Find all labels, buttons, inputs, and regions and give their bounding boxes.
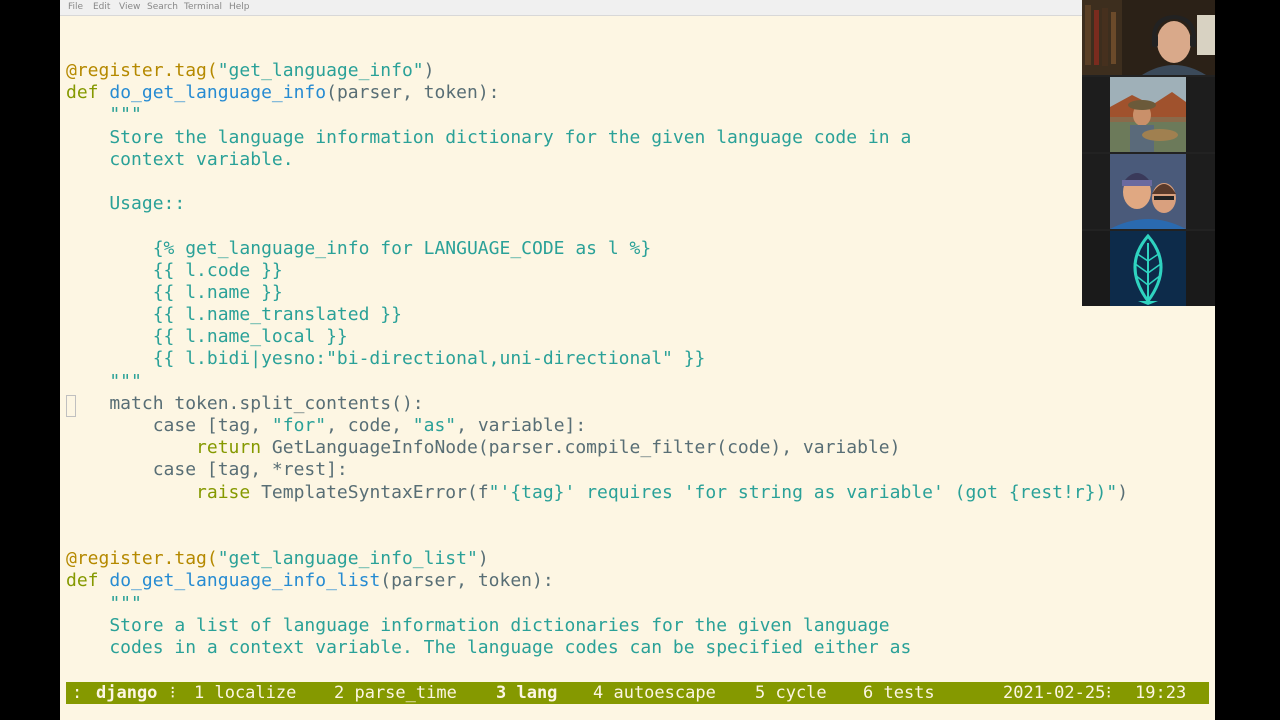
code-token: {{ l.bidi|yesno:"bi-directional,uni-dire…: [66, 348, 706, 370]
code-token: (parser, token):: [326, 82, 500, 104]
code-token: {{ l.name }}: [66, 281, 283, 303]
code-token: """: [66, 592, 142, 614]
code-token: @register.tag(: [66, 60, 218, 81]
menu-view[interactable]: View: [119, 2, 140, 12]
session-name: django: [96, 683, 158, 703]
window-tab[interactable]: 2 parse_time: [334, 682, 457, 704]
menu-search[interactable]: Search: [147, 2, 178, 12]
code-token: ): [423, 60, 435, 81]
status-date: 2021-02-25: [1003, 683, 1106, 703]
code-token: "get_language_info": [217, 60, 424, 81]
code-token: match token.split_contents():: [66, 392, 424, 414]
code-line: {{ l.name_local }}: [66, 326, 1215, 348]
code-token: @register.tag(: [66, 548, 218, 570]
code-line: """: [66, 593, 1215, 615]
code-token: "for": [271, 415, 327, 436]
menu-bar: File Edit View Search Terminal Help: [60, 0, 1215, 16]
status-time: 19:23: [1135, 683, 1187, 703]
code-token: raise: [196, 481, 251, 503]
status-separator: ⁝: [170, 683, 176, 703]
tmux-status-bar: : django ⁝ 1 localize 2 parse_time 3 lan…: [66, 682, 1209, 704]
participant-video[interactable]: [1082, 154, 1215, 229]
code-token: do_get_language_info: [109, 82, 327, 104]
code-token: (parser, token):: [380, 570, 554, 592]
code-line: {{ l.bidi|yesno:"bi-directional,uni-dire…: [66, 348, 1215, 370]
code-token: , code,: [326, 415, 413, 436]
code-token: ): [1117, 481, 1129, 503]
code-token: {{ l.name_local }}: [66, 326, 348, 348]
window-tab[interactable]: 5 cycle: [755, 682, 827, 704]
code-line: Usage::: [66, 193, 1215, 215]
code-token: ): [477, 548, 489, 570]
code-token: context variable.: [66, 148, 294, 170]
participant-video[interactable]: [1082, 0, 1215, 75]
code-line: return GetLanguageInfoNode(parser.compil…: [66, 437, 1215, 459]
menu-edit[interactable]: Edit: [93, 2, 110, 12]
code-token: """: [66, 370, 142, 392]
status-separator: ⁝: [1106, 683, 1112, 703]
code-line: {% get_language_info for LANGUAGE_CODE a…: [66, 238, 1215, 260]
code-line: """: [66, 371, 1215, 393]
code-line: {{ l.name_translated }}: [66, 304, 1215, 326]
code-token: return: [196, 437, 262, 459]
code-line: def do_get_language_info(parser, token):: [66, 82, 1215, 104]
code-token: Store the language information dictionar…: [66, 126, 912, 148]
code-token: {{ l.code }}: [66, 259, 283, 281]
code-token: , variable]:: [456, 415, 587, 436]
code-token: codes in a context variable. The languag…: [66, 636, 912, 658]
code-line: raise TemplateSyntaxError(f"'{tag}' requ…: [66, 482, 1215, 504]
code-line: context variable.: [66, 149, 1215, 171]
code-line: case [tag, *rest]:: [66, 459, 1215, 481]
menu-terminal[interactable]: Terminal: [184, 2, 222, 12]
window-tab-active[interactable]: 3 lang: [496, 682, 557, 704]
code-line: @register.tag("get_language_info"): [66, 60, 1215, 82]
code-token: "as": [412, 415, 457, 436]
terminal-window: File Edit View Search Terminal Help @reg…: [60, 0, 1215, 720]
code-line: Store a list of language information dic…: [66, 615, 1215, 637]
code-line: {{ l.code }}: [66, 260, 1215, 282]
code-token: GetLanguageInfoNode(parser.compile_filte…: [261, 437, 901, 459]
code-line: codes in a context variable. The languag…: [66, 637, 1215, 659]
window-tab[interactable]: 1 localize: [194, 682, 296, 704]
code-line: def do_get_language_info_list(parser, to…: [66, 570, 1215, 592]
participant-avatar[interactable]: [1082, 231, 1215, 306]
code-token: Store a list of language information dic…: [66, 614, 890, 636]
code-token: Usage::: [66, 193, 186, 215]
code-line: match token.split_contents():: [66, 393, 1215, 415]
code-token: "'{tag}' requires 'for string as variabl…: [488, 481, 1118, 503]
code-line: Store the language information dictionar…: [66, 127, 1215, 149]
code-token: {% get_language_info for LANGUAGE_CODE a…: [66, 237, 652, 259]
code-token: def: [66, 82, 110, 104]
code-token: "get_language_info_list": [217, 548, 478, 570]
participant-video[interactable]: [1082, 77, 1215, 152]
code-token: """: [66, 104, 142, 126]
code-token: def: [66, 570, 110, 592]
code-line: case [tag, "for", code, "as", variable]:: [66, 415, 1215, 437]
code-line: {{ l.name }}: [66, 282, 1215, 304]
code-line: """: [66, 104, 1215, 126]
code-token: case [tag,: [66, 415, 272, 436]
window-tab[interactable]: 4 autoescape: [593, 682, 716, 704]
window-tab[interactable]: 6 tests: [863, 682, 935, 704]
code-token: {{ l.name_translated }}: [66, 304, 402, 326]
code-token: do_get_language_info_list: [109, 570, 381, 592]
menu-help[interactable]: Help: [229, 2, 250, 12]
video-participants-panel: [1082, 0, 1215, 306]
code-line: @register.tag("get_language_info_list"): [66, 548, 1215, 570]
code-editor[interactable]: @register.tag("get_language_info") def do…: [66, 60, 1215, 659]
code-token: TemplateSyntaxError(f: [250, 481, 489, 503]
gutter-marker: [66, 395, 76, 417]
menu-file[interactable]: File: [68, 2, 83, 12]
code-token: case [tag, *rest]:: [66, 459, 348, 481]
status-prefix: :: [72, 683, 83, 703]
command-line[interactable]: [66, 706, 1209, 720]
